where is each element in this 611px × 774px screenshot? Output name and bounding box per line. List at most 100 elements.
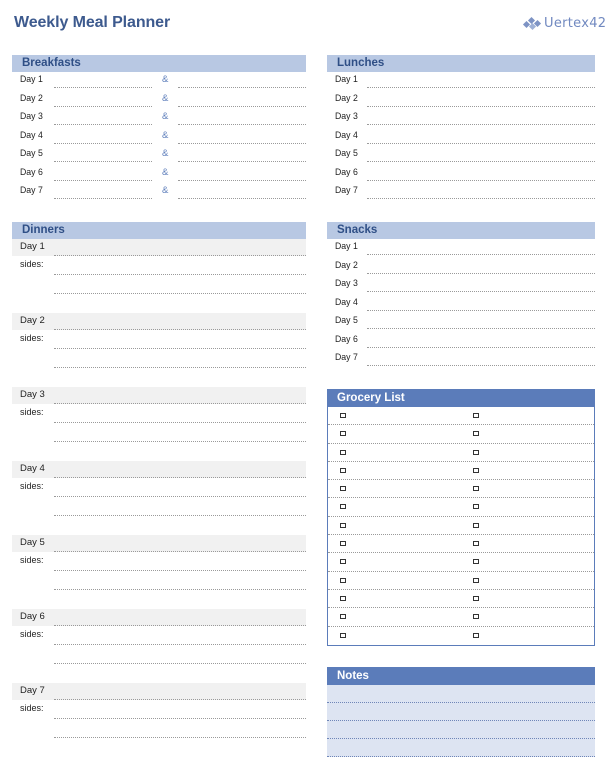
ampersand-separator: & xyxy=(162,74,169,85)
dinner-day-band: Day 6 xyxy=(12,609,306,626)
dinner-side-line[interactable] xyxy=(54,570,306,571)
notes-line[interactable] xyxy=(327,685,595,703)
lunch-row-line[interactable] xyxy=(367,105,595,107)
grocery-row xyxy=(328,590,594,609)
lunch-row-line[interactable] xyxy=(367,179,595,181)
snack-row: Day 7 xyxy=(327,350,595,369)
lunch-row-line[interactable] xyxy=(367,124,595,125)
snack-row-line[interactable] xyxy=(367,346,595,348)
breakfast-entry-line[interactable] xyxy=(54,105,152,107)
checkbox-icon[interactable] xyxy=(473,504,479,510)
dinner-side-line[interactable] xyxy=(54,663,306,664)
dinner-side-line[interactable] xyxy=(54,496,306,497)
checkbox-icon[interactable] xyxy=(473,541,479,547)
checkbox-icon[interactable] xyxy=(340,595,346,601)
breakfast-entry-line[interactable] xyxy=(54,124,152,125)
snack-row: Day 5 xyxy=(327,313,595,332)
dinner-side-line[interactable] xyxy=(54,589,306,590)
snack-row-line[interactable] xyxy=(367,365,595,366)
dinner-main-line[interactable] xyxy=(54,403,306,404)
checkbox-icon[interactable] xyxy=(473,449,479,455)
dinner-main-line[interactable] xyxy=(54,255,306,256)
breakfast-entry-line[interactable] xyxy=(54,161,152,162)
snack-row-line[interactable] xyxy=(367,309,595,311)
day-label: Day 6 xyxy=(335,166,358,178)
day-label: Day 1 xyxy=(20,241,45,252)
dinner-main-line[interactable] xyxy=(54,699,306,700)
dinner-main-line[interactable] xyxy=(54,551,306,552)
checkbox-icon[interactable] xyxy=(340,614,346,620)
checkbox-icon[interactable] xyxy=(340,559,346,565)
notes-area[interactable] xyxy=(327,685,595,757)
snack-row-line[interactable] xyxy=(367,254,595,255)
breakfast-side-line[interactable] xyxy=(178,161,306,162)
breakfast-side-line[interactable] xyxy=(178,142,306,144)
snack-row: Day 2 xyxy=(327,258,595,277)
checkbox-icon[interactable] xyxy=(340,522,346,528)
breakfast-side-line[interactable] xyxy=(178,124,306,125)
checkbox-icon[interactable] xyxy=(473,577,479,583)
notes-line[interactable] xyxy=(327,721,595,739)
lunch-row: Day 1 xyxy=(327,72,595,91)
checkbox-icon[interactable] xyxy=(473,413,479,418)
snacks-header: Snacks xyxy=(327,222,595,239)
lunch-row-line[interactable] xyxy=(367,198,595,199)
checkbox-icon[interactable] xyxy=(473,431,479,437)
breakfast-side-line[interactable] xyxy=(178,198,306,199)
checkbox-icon[interactable] xyxy=(473,595,479,601)
breakfast-side-line[interactable] xyxy=(178,105,306,107)
day-label: Day 6 xyxy=(20,166,43,178)
checkbox-icon[interactable] xyxy=(473,632,479,638)
snack-row: Day 6 xyxy=(327,332,595,351)
snack-row-line[interactable] xyxy=(367,328,595,329)
breakfast-side-line[interactable] xyxy=(178,179,306,181)
checkbox-icon[interactable] xyxy=(340,431,346,437)
checkbox-icon[interactable] xyxy=(340,467,346,473)
notes-line[interactable] xyxy=(327,739,595,757)
snack-row-line[interactable] xyxy=(367,291,595,292)
checkbox-icon[interactable] xyxy=(340,504,346,510)
day-label: Day 5 xyxy=(20,537,45,548)
checkbox-icon[interactable] xyxy=(340,449,346,455)
checkbox-icon[interactable] xyxy=(340,632,346,638)
dinner-main-line[interactable] xyxy=(54,477,306,478)
dinner-side-line[interactable] xyxy=(54,515,306,516)
checkbox-icon[interactable] xyxy=(473,522,479,528)
lunch-row-line[interactable] xyxy=(367,87,595,88)
breakfast-row: Day 7 & xyxy=(12,183,306,202)
checkbox-icon[interactable] xyxy=(473,559,479,565)
checkbox-icon[interactable] xyxy=(340,486,346,492)
dinner-side-line[interactable] xyxy=(54,644,306,645)
notes-section: Notes xyxy=(327,667,595,757)
dinner-side-line[interactable] xyxy=(54,293,306,294)
lunch-row-line[interactable] xyxy=(367,161,595,162)
dinner-side-line[interactable] xyxy=(54,441,306,442)
breakfast-entry-line[interactable] xyxy=(54,179,152,181)
breakfast-row: Day 5 & xyxy=(12,146,306,165)
checkbox-icon[interactable] xyxy=(340,577,346,583)
dinner-day-block: Day 2 sides: xyxy=(12,313,306,387)
checkbox-icon[interactable] xyxy=(340,413,346,418)
lunch-row-line[interactable] xyxy=(367,142,595,144)
dinner-main-line[interactable] xyxy=(54,329,306,330)
checkbox-icon[interactable] xyxy=(473,467,479,473)
dinner-side-line[interactable] xyxy=(54,718,306,719)
checkbox-icon[interactable] xyxy=(340,541,346,547)
notes-line[interactable] xyxy=(327,703,595,721)
dinner-side-line[interactable] xyxy=(54,348,306,349)
checkbox-icon[interactable] xyxy=(473,486,479,492)
breakfast-entry-line[interactable] xyxy=(54,87,152,88)
lunch-row: Day 6 xyxy=(327,165,595,184)
dinner-main-line[interactable] xyxy=(54,625,306,626)
dinner-side-line[interactable] xyxy=(54,422,306,423)
vertex42-logo: Uertex42 xyxy=(522,16,606,31)
breakfast-side-line[interactable] xyxy=(178,87,306,88)
checkbox-icon[interactable] xyxy=(473,614,479,620)
snack-row-line[interactable] xyxy=(367,272,595,274)
dinner-side-line[interactable] xyxy=(54,367,306,368)
breakfast-entry-line[interactable] xyxy=(54,142,152,144)
day-label: Day 1 xyxy=(335,241,358,252)
dinner-side-line[interactable] xyxy=(54,737,306,738)
breakfast-entry-line[interactable] xyxy=(54,198,152,199)
dinner-side-line[interactable] xyxy=(54,274,306,275)
